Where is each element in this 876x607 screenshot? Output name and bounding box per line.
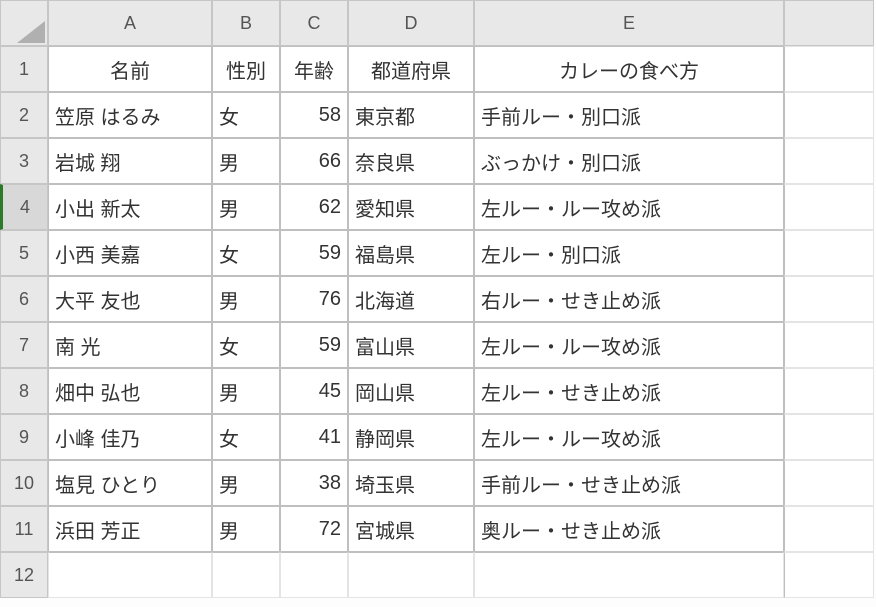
cell-E9[interactable]: 左ルー・ルー攻め派 [474, 414, 784, 460]
col-header-C[interactable]: C [280, 0, 348, 46]
cell-C12[interactable] [280, 552, 348, 598]
cell-C6[interactable]: 76 [280, 276, 348, 322]
cell-D8[interactable]: 岡山県 [348, 368, 474, 414]
cell-A12[interactable] [48, 552, 212, 598]
row-header-1[interactable]: 1 [0, 46, 48, 92]
cell-C3[interactable]: 66 [280, 138, 348, 184]
cell-B6[interactable]: 男 [212, 276, 280, 322]
spreadsheet[interactable]: A B C D E 1 名前 性別 年齢 都道府県 カレーの食べ方 2 笠原 は… [0, 0, 876, 598]
row-header-9[interactable]: 9 [0, 414, 48, 460]
cell-B4[interactable]: 男 [212, 184, 280, 230]
cell-A7[interactable]: 南 光 [48, 322, 212, 368]
cell-D5[interactable]: 福島県 [348, 230, 474, 276]
cell-E3[interactable]: ぶっかけ・別口派 [474, 138, 784, 184]
cell-D7[interactable]: 富山県 [348, 322, 474, 368]
cell-B5[interactable]: 女 [212, 230, 280, 276]
cell-B7[interactable]: 女 [212, 322, 280, 368]
cell-C5[interactable]: 59 [280, 230, 348, 276]
cell-B2[interactable]: 女 [212, 92, 280, 138]
cell-F6[interactable] [784, 276, 874, 322]
cell-F4[interactable] [784, 184, 874, 230]
cell-F5[interactable] [784, 230, 874, 276]
col-header-B[interactable]: B [212, 0, 280, 46]
cell-A5[interactable]: 小西 美嘉 [48, 230, 212, 276]
cell-A1[interactable]: 名前 [48, 46, 212, 92]
cell-A10[interactable]: 塩見 ひとり [48, 460, 212, 506]
cell-F3[interactable] [784, 138, 874, 184]
cell-D9[interactable]: 静岡県 [348, 414, 474, 460]
cell-B8[interactable]: 男 [212, 368, 280, 414]
cell-A4[interactable]: 小出 新太 [48, 184, 212, 230]
col-header-A[interactable]: A [48, 0, 212, 46]
cell-E4[interactable]: 左ルー・ルー攻め派 [474, 184, 784, 230]
row-header-5[interactable]: 5 [0, 230, 48, 276]
cell-E12[interactable] [474, 552, 784, 598]
cell-F7[interactable] [784, 322, 874, 368]
cell-A8[interactable]: 畑中 弘也 [48, 368, 212, 414]
cell-F11[interactable] [784, 506, 874, 552]
cell-D3[interactable]: 奈良県 [348, 138, 474, 184]
cell-D2[interactable]: 東京都 [348, 92, 474, 138]
cell-A11[interactable]: 浜田 芳正 [48, 506, 212, 552]
cell-C8[interactable]: 45 [280, 368, 348, 414]
row-header-10[interactable]: 10 [0, 460, 48, 506]
col-header-E[interactable]: E [474, 0, 784, 46]
cell-D1[interactable]: 都道府県 [348, 46, 474, 92]
cell-E1[interactable]: カレーの食べ方 [474, 46, 784, 92]
cell-A3[interactable]: 岩城 翔 [48, 138, 212, 184]
cell-A6[interactable]: 大平 友也 [48, 276, 212, 322]
cell-B11[interactable]: 男 [212, 506, 280, 552]
cell-A2[interactable]: 笠原 はるみ [48, 92, 212, 138]
cell-F12[interactable] [784, 552, 874, 598]
row-header-6[interactable]: 6 [0, 276, 48, 322]
cell-E2[interactable]: 手前ルー・別口派 [474, 92, 784, 138]
cell-B12[interactable] [212, 552, 280, 598]
cell-F1[interactable] [784, 46, 874, 92]
cell-C9[interactable]: 41 [280, 414, 348, 460]
select-all-corner[interactable] [0, 0, 48, 46]
cell-B10[interactable]: 男 [212, 460, 280, 506]
cell-C1[interactable]: 年齢 [280, 46, 348, 92]
cell-B1[interactable]: 性別 [212, 46, 280, 92]
cell-E11[interactable]: 奥ルー・せき止め派 [474, 506, 784, 552]
cell-B3[interactable]: 男 [212, 138, 280, 184]
cell-D11[interactable]: 宮城県 [348, 506, 474, 552]
col-header-F[interactable] [784, 0, 874, 46]
row-header-12[interactable]: 12 [0, 552, 48, 598]
row-header-3[interactable]: 3 [0, 138, 48, 184]
cell-C11[interactable]: 72 [280, 506, 348, 552]
cell-C4[interactable]: 62 [280, 184, 348, 230]
cell-D6[interactable]: 北海道 [348, 276, 474, 322]
cell-E6[interactable]: 右ルー・せき止め派 [474, 276, 784, 322]
cell-F2[interactable] [784, 92, 874, 138]
cell-E5[interactable]: 左ルー・別口派 [474, 230, 784, 276]
row-header-7[interactable]: 7 [0, 322, 48, 368]
cell-C10[interactable]: 38 [280, 460, 348, 506]
row-header-2[interactable]: 2 [0, 92, 48, 138]
cell-F9[interactable] [784, 414, 874, 460]
cell-E10[interactable]: 手前ルー・せき止め派 [474, 460, 784, 506]
cell-C2[interactable]: 58 [280, 92, 348, 138]
cell-E8[interactable]: 左ルー・せき止め派 [474, 368, 784, 414]
row-header-8[interactable]: 8 [0, 368, 48, 414]
cell-B9[interactable]: 女 [212, 414, 280, 460]
row-header-4[interactable]: 4 [0, 184, 48, 230]
cell-A9[interactable]: 小峰 佳乃 [48, 414, 212, 460]
col-header-D[interactable]: D [348, 0, 474, 46]
row-header-11[interactable]: 11 [0, 506, 48, 552]
cell-C7[interactable]: 59 [280, 322, 348, 368]
cell-D4[interactable]: 愛知県 [348, 184, 474, 230]
cell-E7[interactable]: 左ルー・ルー攻め派 [474, 322, 784, 368]
cell-D10[interactable]: 埼玉県 [348, 460, 474, 506]
cell-F10[interactable] [784, 460, 874, 506]
cell-D12[interactable] [348, 552, 474, 598]
cell-F8[interactable] [784, 368, 874, 414]
